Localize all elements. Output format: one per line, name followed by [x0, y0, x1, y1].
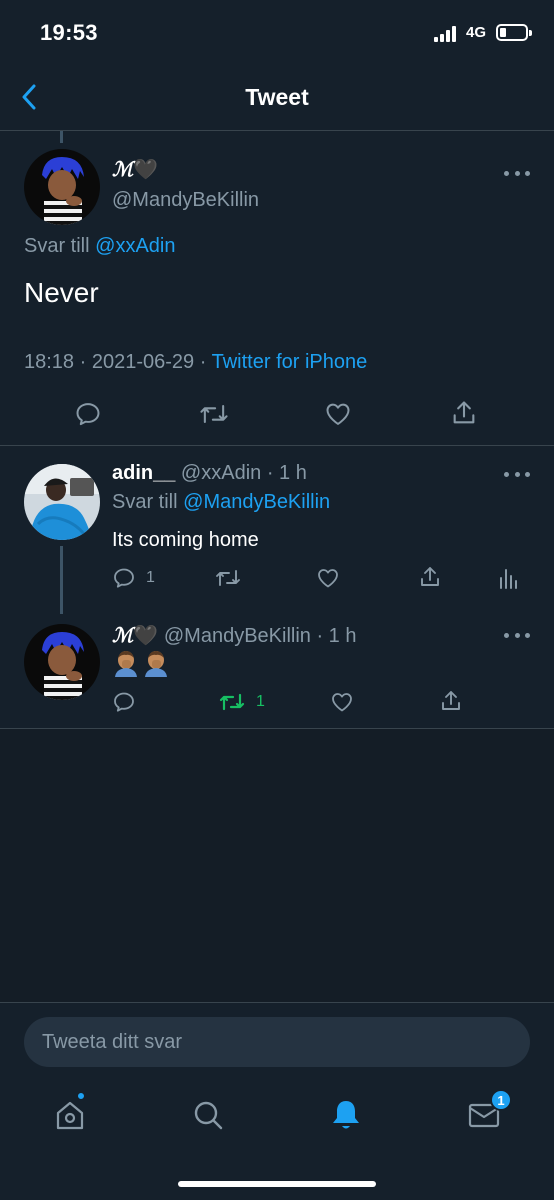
facepalm-emoji: [115, 651, 137, 677]
like-icon: [332, 693, 352, 712]
main-tweet: ℳ🖤 @MandyBeKillin Svar till @xxAdin Neve…: [0, 131, 554, 446]
reply-header: ℳ🖤 @MandyBeKillin · 1 h: [112, 623, 356, 648]
tweet-text: Never: [24, 277, 99, 308]
retweet-button[interactable]: [214, 566, 242, 590]
page-title: Tweet: [245, 84, 309, 110]
tab-search[interactable]: [188, 1095, 228, 1135]
reply-tweet: adin__ @xxAdin · 1 h Svar till @MandyBeK…: [0, 446, 554, 614]
author-name-text: ℳ: [112, 623, 134, 647]
analytics-button[interactable]: [498, 566, 518, 590]
share-button[interactable]: [439, 689, 463, 713]
reply-count: 1: [146, 569, 155, 586]
retweet-count: 1: [256, 693, 265, 710]
reply-prefix: Svar till: [112, 491, 178, 513]
retweet-icon: [216, 570, 240, 586]
tweet-time: 18:18: [24, 351, 75, 373]
like-icon: [326, 403, 350, 425]
reply-header: adin__ @xxAdin · 1 h: [112, 462, 307, 485]
status-time: 19:53: [40, 20, 98, 45]
avatar-image: [24, 464, 100, 540]
like-button[interactable]: [316, 566, 340, 590]
like-button[interactable]: [324, 400, 352, 428]
network-type: 4G: [466, 24, 487, 41]
tweet-text: [112, 649, 170, 677]
share-button[interactable]: [450, 399, 478, 427]
author-handle: @MandyBeKillin: [163, 625, 311, 647]
like-icon: [318, 569, 338, 588]
facepalm-emoji: [145, 651, 167, 677]
reply-button[interactable]: [112, 690, 136, 714]
share-icon: [421, 567, 439, 586]
avatar[interactable]: [24, 464, 100, 540]
empty-area: [0, 729, 554, 1002]
avatar-image: [24, 624, 100, 700]
reply-to-link[interactable]: @xxAdin: [95, 235, 175, 257]
retweet-icon: [219, 693, 245, 711]
notifications-icon: [333, 1101, 359, 1129]
reply-input[interactable]: Tweeta ditt svar: [24, 1017, 530, 1067]
thread-line: [60, 546, 63, 614]
signal-icon: [434, 26, 460, 42]
reply-composer: Tweeta ditt svar: [0, 1002, 554, 1077]
author-name[interactable]: ℳ🖤: [112, 157, 158, 181]
meta-separator: ·: [199, 351, 207, 373]
reply-icon: [76, 403, 100, 426]
reply-button[interactable]: [74, 400, 102, 428]
battery-icon: [496, 24, 532, 41]
meta-separator: ·: [79, 351, 87, 373]
tweet-text: Its coming home: [112, 529, 259, 551]
retweet-button[interactable]: 1: [218, 690, 265, 714]
reply-icon: [114, 568, 134, 588]
search-icon: [194, 1101, 223, 1130]
analytics-icon: [500, 569, 517, 589]
avatar-image: [24, 149, 100, 225]
avatar[interactable]: [24, 149, 100, 225]
author-name[interactable]: adin__: [112, 462, 175, 484]
reply-button[interactable]: 1: [112, 566, 155, 590]
more-icon[interactable]: [504, 168, 530, 178]
more-icon[interactable]: [504, 630, 530, 640]
tweet-date: 2021-06-29: [91, 351, 195, 373]
tab-messages[interactable]: 1: [464, 1089, 512, 1135]
reply-to-line: Svar till @MandyBeKillin: [112, 491, 330, 514]
retweet-icon: [200, 404, 228, 424]
avatar[interactable]: [24, 624, 100, 700]
home-new-dot: [77, 1092, 85, 1100]
reply-to-link[interactable]: @MandyBeKillin: [183, 491, 330, 513]
tweet-age: · 1 h: [316, 625, 357, 647]
author-name-text: ℳ: [112, 157, 134, 181]
reply-prefix: Svar till: [24, 235, 90, 257]
share-icon: [442, 691, 460, 710]
author-name[interactable]: ℳ🖤: [112, 623, 158, 647]
home-indicator: [178, 1181, 376, 1187]
like-button[interactable]: [330, 690, 354, 714]
tweet-meta: 18:18 · 2021-06-29 · Twitter for iPhone: [24, 351, 367, 374]
header: Tweet: [0, 66, 554, 131]
retweet-button[interactable]: [198, 400, 230, 428]
reply-icon: [114, 692, 134, 712]
home-icon: [56, 1101, 84, 1130]
share-icon: [453, 401, 475, 424]
share-button[interactable]: [418, 565, 442, 589]
more-icon[interactable]: [504, 469, 530, 479]
author-handle: @xxAdin: [180, 462, 262, 484]
black-heart-emoji: 🖤: [133, 157, 159, 181]
black-heart-emoji: 🖤: [133, 623, 159, 647]
tweet-source[interactable]: Twitter for iPhone: [212, 351, 368, 373]
status-bar: 19:53 4G: [0, 0, 554, 66]
reply-tweet: ℳ🖤 @MandyBeKillin · 1 h 1: [0, 614, 554, 728]
author-handle: @MandyBeKillin: [112, 189, 260, 211]
reply-to-line: Svar till @xxAdin: [24, 235, 175, 258]
tab-notifications[interactable]: [326, 1095, 366, 1135]
messages-badge: 1: [490, 1089, 512, 1111]
tweet-age: · 1 h: [266, 462, 307, 484]
tab-home[interactable]: [50, 1092, 90, 1135]
